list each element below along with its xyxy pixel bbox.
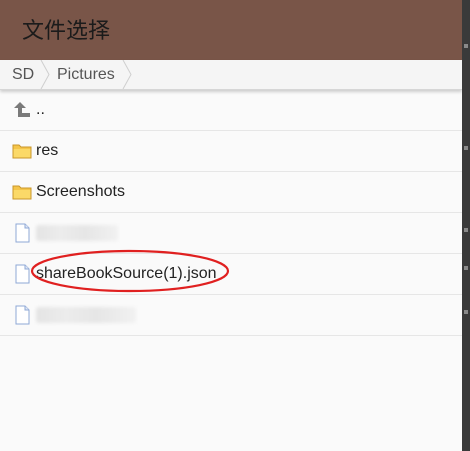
breadcrumb-separator-icon (122, 60, 132, 89)
folder-icon (12, 144, 32, 159)
list-item-file[interactable] (0, 295, 462, 336)
edge-dot (464, 310, 468, 314)
list-item-folder[interactable]: Screenshots (0, 172, 462, 213)
edge-dot (464, 228, 468, 232)
list-item-file[interactable]: shareBookSource(1).json (0, 254, 462, 295)
parent-folder-icon (14, 102, 30, 117)
file-name: shareBookSource(1).json (36, 265, 217, 282)
list-item-file[interactable] (0, 213, 462, 254)
obscured-file-name (36, 225, 118, 241)
edge-dot (464, 146, 468, 150)
breadcrumb-separator-icon (40, 60, 50, 89)
file-chooser-dialog: 文件选择 SD Pictures .. res Screenshots shar… (0, 0, 462, 451)
edge-dot (464, 44, 468, 48)
file-name: Screenshots (36, 183, 125, 200)
file-icon (15, 264, 30, 284)
dialog-title: 文件选择 (22, 19, 111, 44)
file-icon (15, 305, 30, 325)
edge-dot (464, 266, 468, 270)
file-name: res (36, 142, 59, 159)
breadcrumb: SD Pictures (0, 60, 462, 90)
file-icon (15, 223, 30, 243)
breadcrumb-item-pictures[interactable]: Pictures (57, 60, 115, 89)
breadcrumb-item-sd[interactable]: SD (12, 60, 34, 89)
list-item-folder[interactable]: res (0, 131, 462, 172)
folder-icon (12, 185, 32, 200)
obscured-file-name (36, 307, 136, 323)
list-item-parent[interactable]: .. (0, 90, 462, 131)
file-name: .. (36, 101, 45, 118)
background-edge (462, 0, 470, 451)
dialog-titlebar: 文件选择 (0, 0, 462, 60)
